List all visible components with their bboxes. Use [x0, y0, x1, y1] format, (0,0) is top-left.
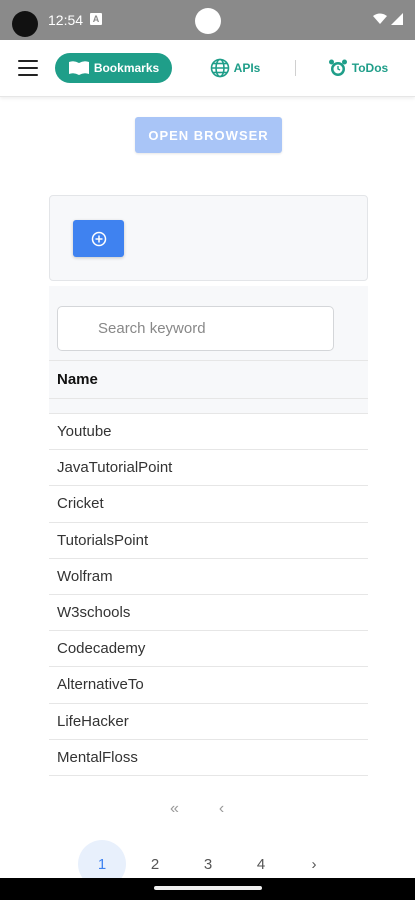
tab-bookmarks[interactable]: Bookmarks	[55, 53, 172, 83]
system-nav-bar	[0, 878, 415, 900]
status-bar: 12:54 A	[0, 0, 415, 40]
alarm-clock-icon	[328, 59, 347, 76]
add-bookmark-button[interactable]	[73, 220, 124, 257]
tab-todos-label: ToDos	[351, 61, 389, 75]
table-row[interactable]: AlternativeTo	[49, 667, 368, 704]
globe-icon	[210, 58, 229, 78]
tab-apis-label: APIs	[233, 61, 261, 75]
table-row[interactable]: Codecademy	[49, 631, 368, 668]
plus-circle-icon	[91, 231, 106, 246]
home-gesture-bar[interactable]	[154, 886, 262, 890]
tab-bookmarks-label: Bookmarks	[93, 61, 160, 75]
notification-icon: A	[90, 13, 102, 25]
signal-icon	[391, 13, 403, 25]
search-input[interactable]	[57, 306, 334, 351]
toolbar-card	[49, 195, 368, 281]
table-row[interactable]: MentalFloss	[49, 740, 368, 776]
tab-apis[interactable]: APIs	[195, 53, 275, 83]
table-row[interactable]: Wolfram	[49, 559, 368, 595]
table-row[interactable]: W3schools	[49, 595, 368, 632]
table-row[interactable]: TutorialsPoint	[49, 523, 368, 559]
camera-cutout	[12, 11, 38, 37]
front-camera	[195, 8, 221, 34]
hamburger-menu-icon[interactable]	[16, 57, 40, 79]
column-header-name[interactable]: Name	[49, 360, 368, 398]
status-time: 12:54	[48, 12, 84, 28]
first-page-button[interactable]: «	[170, 800, 179, 818]
wifi-icon	[373, 13, 387, 24]
table-row[interactable]: LifeHacker	[49, 704, 368, 740]
open-browser-button[interactable]: OPEN BROWSER	[135, 117, 282, 153]
search-row	[49, 286, 368, 360]
filter-row	[49, 398, 368, 414]
prev-page-button[interactable]: ‹	[219, 800, 224, 818]
book-open-icon	[68, 61, 89, 75]
bookmarks-table: Name Youtube JavaTutorialPoint Cricket T…	[49, 286, 368, 776]
top-nav: Bookmarks APIs ToDos	[0, 40, 415, 97]
tab-todos[interactable]: ToDos	[314, 53, 402, 83]
pagination-nav: « ‹	[170, 800, 224, 818]
status-icons	[373, 13, 403, 25]
table-row[interactable]: Youtube	[49, 414, 368, 451]
tab-divider	[295, 60, 296, 76]
table-row[interactable]: JavaTutorialPoint	[49, 450, 368, 487]
table-row[interactable]: Cricket	[49, 486, 368, 523]
